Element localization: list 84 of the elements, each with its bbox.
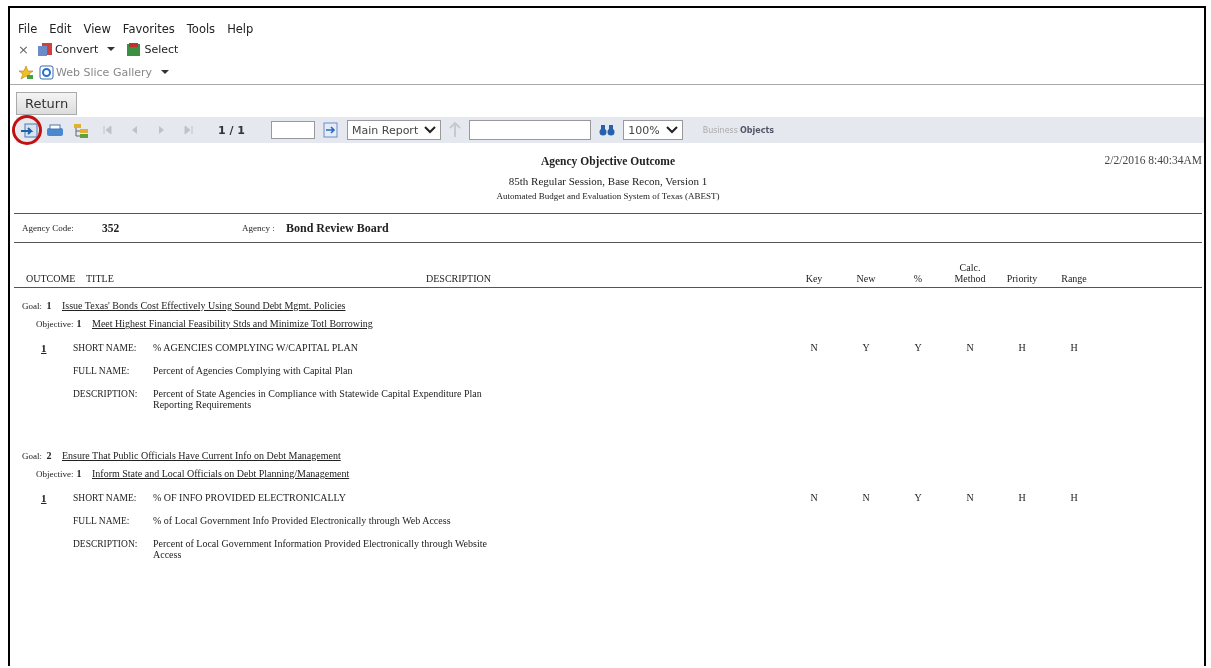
document-icon bbox=[36, 41, 53, 57]
field-label: DESCRIPTION: bbox=[73, 388, 139, 400]
field-label: Goal: bbox=[22, 451, 42, 461]
page-number-field[interactable] bbox=[271, 121, 315, 139]
goal-link[interactable]: Issue Texas' Bonds Cost Effectively Using Sound Debt Mgmt. Policies bbox=[62, 300, 346, 311]
column-header: Key bbox=[804, 273, 824, 284]
objective-link[interactable]: Inform State and Local Officials on Debt Planning/Management bbox=[92, 468, 350, 479]
table-cell-text: Y bbox=[913, 342, 923, 355]
field-label: DESCRIPTION: bbox=[73, 538, 139, 550]
field-label: Agency Code: bbox=[22, 223, 75, 233]
field-label: Objective: bbox=[36, 319, 72, 329]
report-subtitle: Automated Budget and Evaluation System of Texas (ABEST) bbox=[495, 191, 721, 201]
export-icon[interactable] bbox=[20, 122, 38, 138]
favorites-link[interactable]: Web Slice Gallery bbox=[39, 64, 153, 80]
field-label: SHORT NAME: bbox=[73, 492, 138, 504]
search-field[interactable] bbox=[469, 120, 592, 140]
menu-item[interactable]: Edit bbox=[49, 22, 72, 38]
field-value: Percent of Local Government Information Provided Electronically through Website Access bbox=[153, 538, 488, 560]
menu-item[interactable]: Favorites bbox=[122, 22, 175, 38]
field-label: Objective: bbox=[36, 469, 72, 479]
objective-number: 1 bbox=[75, 318, 83, 329]
table-cell-text: H bbox=[1069, 492, 1079, 505]
outcome-link[interactable]: 1 bbox=[41, 492, 57, 560]
printer-icon[interactable] bbox=[46, 122, 64, 138]
table-cell-text: N bbox=[965, 342, 975, 355]
menu-item[interactable]: Tools bbox=[186, 22, 216, 38]
tree-icon[interactable] bbox=[72, 122, 90, 138]
menu-item[interactable]: File bbox=[18, 22, 38, 38]
goal-link[interactable]: Ensure That Public Officials Have Current Info on Debt Management bbox=[62, 450, 341, 461]
objective-number: 1 bbox=[75, 468, 83, 479]
close-button[interactable]: × bbox=[18, 41, 29, 57]
agency-code: 352 bbox=[102, 222, 121, 234]
table-cell-text: Y bbox=[861, 342, 871, 355]
agency-name: Bond Review Board bbox=[286, 220, 389, 236]
table-cell-text: N bbox=[965, 492, 975, 505]
table-cell-text: H bbox=[1069, 342, 1079, 355]
report-title: Agency Objective Outcome bbox=[540, 155, 676, 167]
column-header: Calc. Method bbox=[953, 263, 987, 284]
column-header: TITLE bbox=[86, 273, 115, 284]
table-cell-text: H bbox=[1017, 342, 1027, 355]
table-cell-text: N bbox=[809, 492, 819, 505]
field-label: FULL NAME: bbox=[73, 365, 131, 377]
browser-page-icon bbox=[39, 64, 54, 80]
select-icon bbox=[126, 41, 143, 57]
chevron-down-icon bbox=[424, 126, 437, 134]
return-button[interactable]: Return bbox=[16, 92, 78, 115]
binoculars-icon[interactable] bbox=[599, 123, 616, 137]
outcome-link[interactable]: 1 bbox=[41, 342, 57, 410]
table-cell-text: H bbox=[1017, 492, 1027, 505]
table-cell-text: N bbox=[861, 492, 871, 505]
table-cell-text: Y bbox=[913, 492, 923, 505]
report-dropdown[interactable]: Main Report bbox=[347, 120, 442, 140]
favorites-star-icon[interactable] bbox=[18, 64, 34, 80]
logo-text: Business bbox=[702, 125, 738, 135]
field-label: Goal: bbox=[22, 301, 42, 311]
column-header: Range bbox=[1060, 273, 1088, 284]
field-label: SHORT NAME: bbox=[73, 342, 138, 354]
field-label: Agency : bbox=[242, 223, 276, 233]
objective-link[interactable]: Meet Highest Financial Feasibility Stds and Minimize Totl Borrowing bbox=[92, 318, 373, 329]
timestamp: 2/2/2016 8:40:34AM bbox=[1104, 154, 1202, 166]
go-to-page-icon[interactable] bbox=[323, 122, 339, 138]
goal-number: 2 bbox=[45, 450, 53, 461]
report-subtitle: 85th Regular Session, Base Recon, Version 1 bbox=[507, 175, 709, 187]
table-cell-text: N bbox=[809, 342, 819, 355]
logo-text: Objects bbox=[739, 125, 774, 135]
menu-item[interactable]: View bbox=[83, 22, 111, 38]
field-value: % AGENCIES COMPLYING W/CAPITAL PLAN bbox=[153, 342, 359, 353]
field-value: Percent of State Agencies in Compliance with Statewide Capital Expenditure Plan Reporting Requirements bbox=[153, 388, 483, 410]
zoom-dropdown[interactable]: 100% bbox=[623, 120, 683, 140]
field-label: FULL NAME: bbox=[73, 515, 131, 527]
menu-item[interactable]: Help bbox=[227, 22, 254, 38]
field-value: % of Local Government Info Provided Electronically through Web Access bbox=[153, 515, 452, 526]
toolbar-button[interactable]: Convert bbox=[36, 41, 99, 57]
field-value: Percent of Agencies Complying with Capital Plan bbox=[153, 365, 354, 376]
column-header: OUTCOME bbox=[26, 273, 76, 284]
field-value: % OF INFO PROVIDED ELECTRONICALLY bbox=[153, 492, 347, 503]
column-header: New bbox=[855, 273, 877, 284]
chevron-down-icon bbox=[665, 126, 678, 134]
column-header: Priority bbox=[1005, 273, 1039, 284]
column-header: % bbox=[912, 273, 924, 284]
goal-number: 1 bbox=[45, 300, 53, 311]
page-indicator: 1 / 1 bbox=[218, 123, 245, 137]
toolbar-button[interactable]: Select bbox=[126, 41, 179, 57]
column-header: DESCRIPTION bbox=[426, 273, 491, 284]
